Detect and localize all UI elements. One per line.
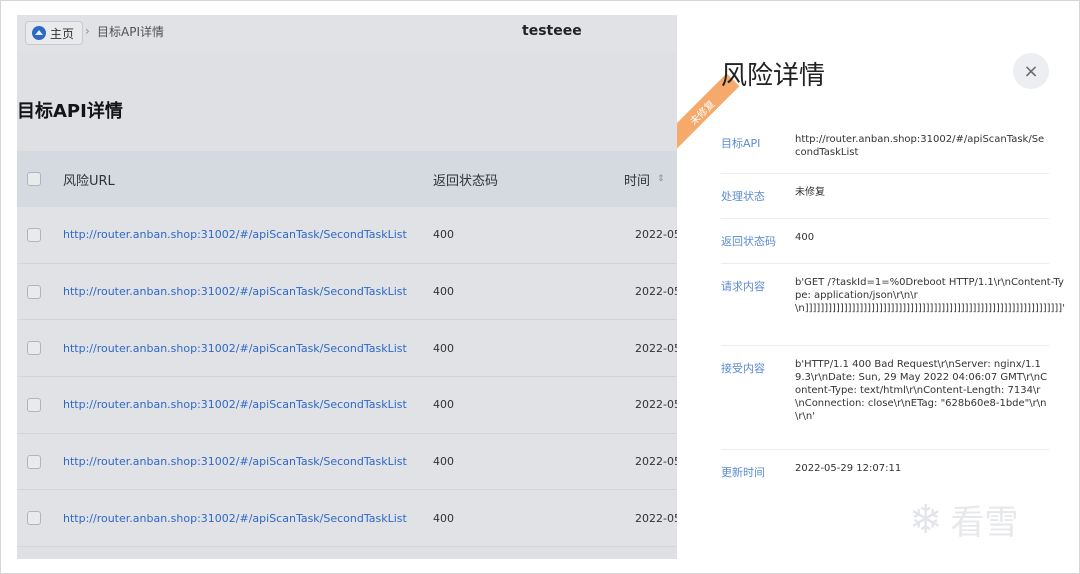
modal-overlay[interactable] bbox=[17, 15, 677, 559]
field-label: 目标API bbox=[721, 137, 761, 150]
field-value: 2022-05-29 12:07:11 bbox=[795, 463, 902, 474]
field-label: 接受内容 bbox=[721, 362, 765, 375]
field-value: http://router.anban.shop:31002/#/apiScan… bbox=[795, 134, 1045, 158]
field-value: 未修复 bbox=[795, 187, 825, 198]
screenshot-frame: 主页 › 目标API详情 testeee 目标API详情 风险URL 返回状态码… bbox=[0, 0, 1080, 574]
watermark: ❄ 看雪 bbox=[909, 495, 1019, 544]
close-icon: × bbox=[1023, 60, 1039, 82]
snowflake-icon: ❄ bbox=[909, 496, 943, 543]
detail-fields: 目标API http://router.anban.shop:31002/#/a… bbox=[721, 121, 1065, 494]
field-label: 处理状态 bbox=[721, 190, 765, 203]
risk-detail-drawer: 未修复 风险详情 × 目标API http://router.anban.sho… bbox=[677, 15, 1065, 559]
field-label: 更新时间 bbox=[721, 466, 765, 479]
field-label: 返回状态码 bbox=[721, 235, 776, 248]
drawer-title: 风险详情 bbox=[721, 61, 826, 91]
field-label: 请求内容 bbox=[721, 280, 765, 293]
field-status-code: 返回状态码 400 bbox=[721, 219, 1049, 264]
watermark-text: 看雪 bbox=[950, 503, 1019, 543]
field-request-content: 请求内容 b'GET /?taskId=1=%0Dreboot HTTP/1.1… bbox=[721, 264, 1065, 346]
close-button[interactable]: × bbox=[1013, 53, 1049, 89]
field-target-api: 目标API http://router.anban.shop:31002/#/a… bbox=[721, 121, 1049, 174]
field-handle-status: 处理状态 未修复 bbox=[721, 174, 1049, 219]
field-update-time: 更新时间 2022-05-29 12:07:11 bbox=[721, 450, 1049, 494]
field-value: b'HTTP/1.1 400 Bad Request\r\nServer: ng… bbox=[795, 359, 1048, 422]
background-app: 主页 › 目标API详情 testeee 目标API详情 风险URL 返回状态码… bbox=[17, 15, 677, 559]
field-value: 400 bbox=[795, 232, 815, 243]
field-value: b'GET /?taskId=1=%0Dreboot HTTP/1.1\r\nC… bbox=[795, 277, 1065, 314]
field-response-content: 接受内容 b'HTTP/1.1 400 Bad Request\r\nServe… bbox=[721, 346, 1049, 450]
